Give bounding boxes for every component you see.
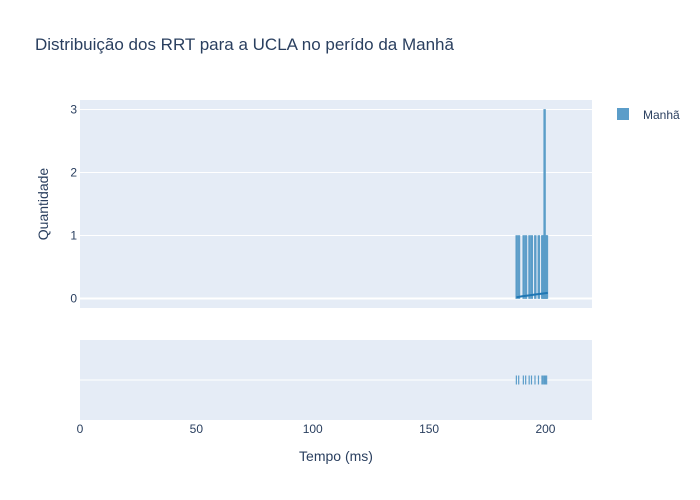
y-tick-label: 0 xyxy=(70,292,77,306)
y-axis-title: Quantidade xyxy=(35,168,51,241)
x-axis-title: Tempo (ms) xyxy=(299,448,373,464)
histogram-bar xyxy=(524,235,528,299)
chart-title: Distribuição dos RRT para a UCLA no perí… xyxy=(35,35,454,54)
histogram-bar xyxy=(534,235,537,299)
x-tick-label: 0 xyxy=(77,422,84,436)
y-tick-label: 3 xyxy=(70,102,77,116)
x-tick-label: 100 xyxy=(303,422,323,436)
x-axis-ticks: 0 50 100 150 200 xyxy=(77,422,556,436)
histogram-y-ticks: 0 1 2 3 xyxy=(70,102,77,305)
histogram-bar xyxy=(537,235,540,299)
x-tick-label: 150 xyxy=(419,422,439,436)
histogram-bar xyxy=(528,235,531,299)
histogram-bar xyxy=(530,235,534,299)
x-tick-label: 50 xyxy=(190,422,204,436)
x-tick-label: 200 xyxy=(535,422,555,436)
histogram-bar xyxy=(515,235,518,299)
y-tick-label: 2 xyxy=(70,165,77,179)
legend[interactable]: Manhã xyxy=(617,108,680,122)
histogram-plot-area xyxy=(80,100,592,308)
histogram-bar xyxy=(517,235,521,299)
legend-swatch xyxy=(617,108,629,120)
legend-label: Manhã xyxy=(643,108,680,122)
y-tick-label: 1 xyxy=(70,229,77,243)
histogram-bar xyxy=(545,235,549,299)
chart: Distribuição dos RRT para a UCLA no perí… xyxy=(35,35,680,464)
histogram-bar xyxy=(522,235,525,299)
